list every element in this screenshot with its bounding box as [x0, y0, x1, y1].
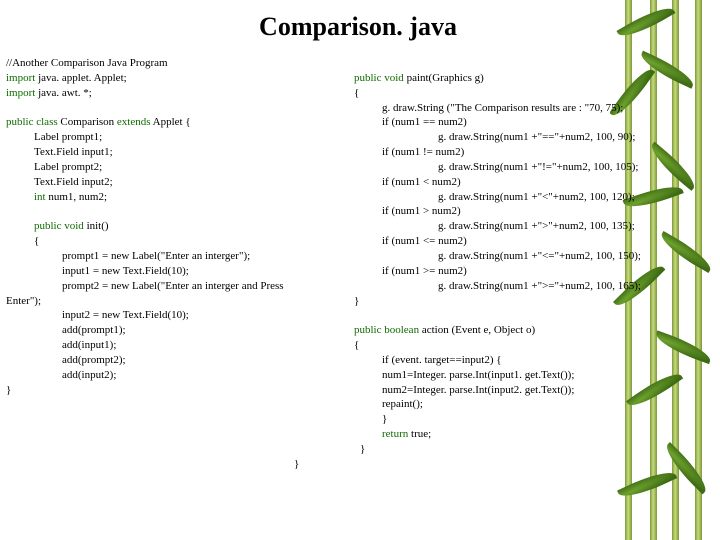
code-line: }: [6, 383, 354, 398]
code-line: input1 = new Text.Field(10);: [6, 264, 354, 279]
code-line: repaint();: [354, 397, 710, 412]
code-line: {: [354, 338, 710, 353]
code-line: add(prompt1);: [6, 323, 354, 338]
code-line: int num1, num2;: [6, 190, 354, 205]
code-line: if (num1 <= num2): [354, 234, 710, 249]
code-line: prompt1 = new Label("Enter an interger")…: [6, 249, 354, 264]
code-line: if (num1 >= num2): [354, 264, 710, 279]
code-line: num2=Integer. parse.Int(input2. get.Text…: [354, 383, 710, 398]
page-title: Comparison. java: [6, 12, 710, 42]
code-line: prompt2 = new Label("Enter an interger a…: [6, 279, 354, 294]
code-columns: //Another Comparison Java Program import…: [6, 56, 710, 472]
blank-line: [354, 56, 710, 71]
code-line: public void init(): [6, 219, 354, 234]
code-line: Text.Field input2;: [6, 175, 354, 190]
code-line: public void paint(Graphics g): [354, 71, 710, 86]
code-line: import java. awt. *;: [6, 86, 354, 101]
code-line: return true;: [354, 427, 710, 442]
code-line: Enter");: [6, 294, 354, 309]
code-line: input2 = new Text.Field(10);: [6, 308, 354, 323]
blank-line: [6, 101, 354, 116]
code-line: public boolean action (Event e, Object o…: [354, 323, 710, 338]
code-line: //Another Comparison Java Program: [6, 56, 354, 71]
code-line: Label prompt2;: [6, 160, 354, 175]
code-line: g. draw.String(num1 +"<="+num2, 100, 150…: [354, 249, 710, 264]
code-line: {: [6, 234, 354, 249]
code-line: if (num1 == num2): [354, 115, 710, 130]
code-line: }: [354, 442, 710, 457]
code-line: g. draw.String ("The Comparison results …: [354, 101, 710, 116]
code-line: if (event. target==input2) {: [354, 353, 710, 368]
code-line: add(input1);: [6, 338, 354, 353]
code-right-column: public void paint(Graphics g) { g. draw.…: [354, 56, 710, 472]
code-line: g. draw.String(num1 +"<"+num2, 100, 120)…: [354, 190, 710, 205]
code-line: g. draw.String(num1 +"=="+num2, 100, 90)…: [354, 130, 710, 145]
code-line: num1=Integer. parse.Int(input1. get.Text…: [354, 368, 710, 383]
code-line: add(prompt2);: [6, 353, 354, 368]
code-line: g. draw.String(num1 +">"+num2, 100, 135)…: [354, 219, 710, 234]
code-left-column: //Another Comparison Java Program import…: [6, 56, 354, 472]
code-line: Label prompt1;: [6, 130, 354, 145]
code-line: }: [354, 412, 710, 427]
code-line: add(input2);: [6, 368, 354, 383]
code-line: if (num1 != num2): [354, 145, 710, 160]
code-line: if (num1 < num2): [354, 175, 710, 190]
code-line: Text.Field input1;: [6, 145, 354, 160]
code-line: g. draw.String(num1 +"!="+num2, 100, 105…: [354, 160, 710, 175]
blank-line: [354, 308, 710, 323]
code-line: if (num1 > num2): [354, 204, 710, 219]
code-line: g. draw.String(num1 +">="+num2, 100, 165…: [354, 279, 710, 294]
slide-content: Comparison. java //Another Comparison Ja…: [0, 0, 720, 472]
code-line: }: [294, 457, 710, 472]
code-line: }: [354, 294, 710, 309]
code-line: import java. applet. Applet;: [6, 71, 354, 86]
code-line: {: [354, 86, 710, 101]
code-line: public class Comparison extends Applet {: [6, 115, 354, 130]
blank-line: [6, 204, 354, 219]
